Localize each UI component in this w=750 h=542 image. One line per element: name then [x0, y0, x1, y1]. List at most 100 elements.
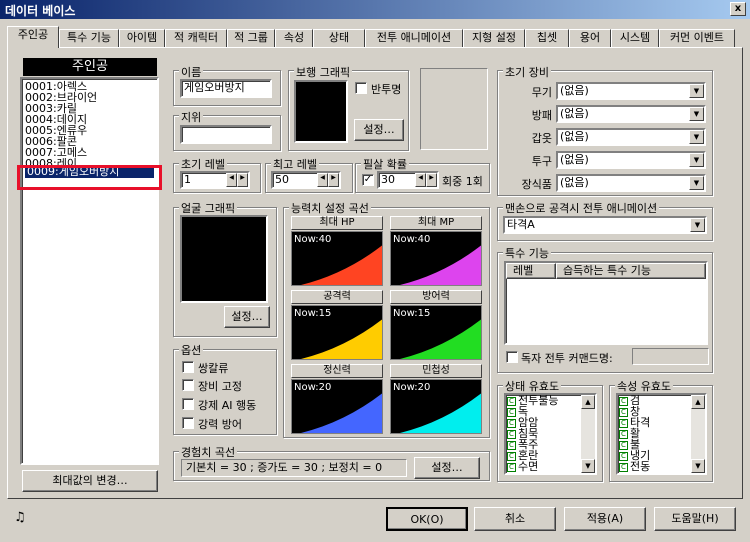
- tab-terrain[interactable]: 지형 설정: [463, 29, 525, 47]
- music-icon[interactable]: ♫: [14, 510, 26, 525]
- walk-graphic-preview[interactable]: [294, 80, 348, 143]
- dual-wield-checkbox[interactable]: [182, 361, 194, 373]
- tab-troop[interactable]: 적 그룹: [227, 29, 275, 47]
- max-level-label: 최고 레벨: [271, 156, 319, 172]
- tab-item[interactable]: 아이템: [119, 29, 165, 47]
- max-level-spin[interactable]: 50 ◀ ▶: [271, 171, 341, 189]
- init-level-spin[interactable]: 1 ◀ ▶: [180, 171, 250, 189]
- exp-curve-text: 기본치 = 30 ; 증가도 = 30 ; 보정치 = 0: [181, 459, 407, 477]
- skills-col-level[interactable]: 레벨: [506, 263, 556, 279]
- stat-curve-graph[interactable]: Now:20: [390, 379, 482, 434]
- exp-curve-set-button[interactable]: 설정…: [414, 457, 480, 479]
- face-graphic-set-button[interactable]: 설정…: [224, 306, 270, 328]
- equipment-label: 초기 장비: [503, 64, 551, 80]
- force-ai-label: 강제 AI 행동: [198, 399, 257, 412]
- cancel-button[interactable]: 취소: [474, 507, 556, 531]
- critical-stepper[interactable]: ◀ ▶: [415, 173, 437, 187]
- critical-label: 필살 확률: [361, 156, 409, 172]
- stat-curve-graph[interactable]: Now:15: [390, 305, 482, 360]
- equipment-slot-select[interactable]: (없음) ▼: [556, 174, 706, 192]
- exp-curve-label: 경험치 곡선: [179, 444, 238, 460]
- chevron-down-icon[interactable]: ▼: [689, 107, 704, 121]
- max-level-value: 50: [275, 173, 289, 186]
- tab-state[interactable]: 상태: [313, 29, 365, 47]
- force-ai-checkbox[interactable]: [182, 398, 194, 410]
- help-button[interactable]: 도움말(H): [654, 507, 736, 531]
- rank-c-icon: C: [507, 451, 516, 461]
- chevron-down-icon[interactable]: ▼: [689, 130, 704, 144]
- chevron-down-icon[interactable]: ▼: [581, 459, 595, 473]
- stat-curve-title: 최대 MP: [390, 216, 482, 230]
- rank-c-icon: C: [619, 407, 628, 417]
- tab-system[interactable]: 시스템: [611, 29, 659, 47]
- stat-curve-graph[interactable]: Now:15: [291, 305, 383, 360]
- name-input[interactable]: 게임오버방지: [180, 79, 272, 98]
- walk-graphic-label: 보행 그래픽: [294, 64, 353, 80]
- critical-checkbox[interactable]: ✓: [362, 174, 374, 186]
- rank-c-icon: C: [507, 418, 516, 428]
- unique-cmd-input[interactable]: [632, 348, 709, 365]
- tab-common-event[interactable]: 커먼 이벤트: [659, 29, 735, 47]
- critical-value: 30: [381, 173, 395, 186]
- equipment-slot-label: 갑옷: [531, 132, 552, 145]
- chevron-down-icon[interactable]: ▼: [689, 153, 704, 167]
- chevron-down-icon[interactable]: ▼: [690, 218, 705, 232]
- stat-curves-label: 능력치 설정 곡선: [289, 200, 371, 216]
- unique-cmd-checkbox[interactable]: [506, 351, 518, 363]
- skills-col-skill[interactable]: 습득하는 특수 기능: [556, 263, 706, 279]
- stat-curve-graph[interactable]: Now:40: [291, 231, 383, 286]
- translucent-checkbox[interactable]: [355, 82, 367, 94]
- rank-c-icon: C: [507, 462, 516, 472]
- tab-skill[interactable]: 특수 기능: [59, 29, 119, 47]
- chevron-up-icon[interactable]: ▲: [691, 395, 705, 409]
- init-level-stepper[interactable]: ◀ ▶: [226, 173, 248, 187]
- title-input[interactable]: [180, 125, 272, 144]
- chevron-down-icon[interactable]: ▼: [689, 176, 704, 190]
- tab-chipset[interactable]: 칩셋: [525, 29, 569, 47]
- stat-curve-graph[interactable]: Now:40: [390, 231, 482, 286]
- unique-cmd-label: 독자 전투 커맨드명:: [521, 352, 613, 365]
- hero-list[interactable]: 0001:아렉스 0002:브라이언 0003:카릴 0004:데이지 0005…: [20, 77, 159, 465]
- unarmed-anim-select[interactable]: 타격A ▼: [503, 216, 707, 234]
- tab-hero[interactable]: 주인공: [7, 26, 59, 48]
- critical-spin[interactable]: 30 ◀ ▶: [377, 171, 439, 189]
- equipment-slot-select[interactable]: (없음) ▼: [556, 105, 706, 123]
- tab-enemy[interactable]: 적 캐릭터: [165, 29, 227, 47]
- options-label: 옵션: [179, 342, 204, 358]
- chevron-up-icon[interactable]: ▲: [581, 395, 595, 409]
- fix-equipment-label: 장비 고정: [198, 380, 242, 393]
- stat-curve-graph[interactable]: Now:20: [291, 379, 383, 434]
- unarmed-anim-label: 맨손으로 공격시 전투 애니메이션: [503, 200, 660, 216]
- equipment-slot-select[interactable]: (없음) ▼: [556, 151, 706, 169]
- chevron-down-icon[interactable]: ▼: [689, 84, 704, 98]
- strong-defense-checkbox[interactable]: [182, 417, 194, 429]
- state-eff-list[interactable]: C 전투불능 C 독 C 암암 C 침묵 C 폭주 C 혼란 C 수면 ▲ ▼: [504, 393, 597, 475]
- tab-terms[interactable]: 용어: [569, 29, 611, 47]
- dual-wield-label: 쌍칼류: [198, 362, 229, 375]
- skills-list[interactable]: 레벨 습득하는 특수 기능: [504, 261, 708, 345]
- fix-equipment-checkbox[interactable]: [182, 379, 194, 391]
- equipment-slot-select[interactable]: (없음) ▼: [556, 128, 706, 146]
- equipment-slot-label: 방패: [531, 109, 552, 122]
- max-level-stepper[interactable]: ◀ ▶: [317, 173, 339, 187]
- attr-eff-list[interactable]: C 검 C 창 C 타격 C 활 C 불 C 냉기 C 전동 ▲ ▼: [616, 393, 707, 475]
- walk-graphic-set-button[interactable]: 설정…: [354, 119, 404, 141]
- stat-curve-now: Now:40: [393, 234, 431, 245]
- hero-list-header: 주인공: [23, 58, 157, 76]
- attr-eff-scrollbar[interactable]: ▲ ▼: [691, 395, 705, 473]
- tab-battle-anim[interactable]: 전투 애니메이션: [365, 29, 463, 47]
- list-item[interactable]: 0007:고메스: [25, 147, 154, 158]
- ok-button[interactable]: OK(O): [386, 507, 468, 531]
- face-graphic-preview[interactable]: [180, 215, 268, 303]
- skills-label: 특수 기능: [503, 245, 551, 261]
- equipment-slot-select[interactable]: (없음) ▼: [556, 82, 706, 100]
- state-eff-scrollbar[interactable]: ▲ ▼: [581, 395, 595, 473]
- rank-c-icon: C: [619, 396, 628, 406]
- change-max-button[interactable]: 최대값의 변경…: [22, 470, 158, 492]
- tab-attribute[interactable]: 속성: [275, 29, 313, 47]
- close-button[interactable]: x: [730, 2, 746, 16]
- apply-button[interactable]: 적용(A): [564, 507, 646, 531]
- chevron-down-icon[interactable]: ▼: [691, 459, 705, 473]
- rank-c-icon: C: [619, 429, 628, 439]
- equipment-slot-value: (없음): [560, 84, 589, 97]
